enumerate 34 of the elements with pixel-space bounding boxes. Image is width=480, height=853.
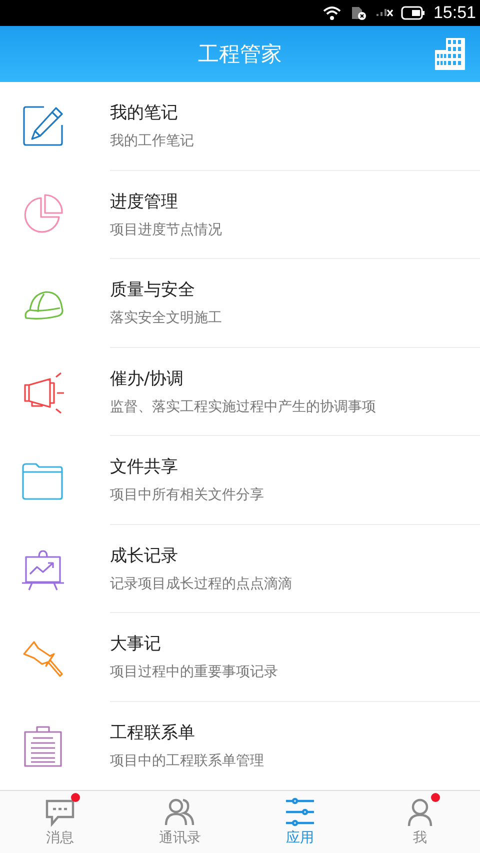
item-title: 我的笔记 [110, 102, 178, 124]
signal-icon [376, 9, 394, 17]
chat-bubble-icon [44, 797, 76, 827]
sim-card-icon [350, 5, 368, 21]
item-title: 工程联系单 [110, 722, 195, 744]
clock-time: 15:51 [433, 3, 476, 23]
item-title: 质量与安全 [110, 279, 195, 302]
contacts-icon [164, 797, 196, 827]
item-title: 成长记录 [110, 544, 178, 567]
menu-item[interactable]: 催办/协调 监督、落实工程实施过程中产生的协调事项 [0, 348, 480, 436]
battery-icon [401, 5, 426, 21]
item-subtitle: 监督、落实工程实施过程中产生的协调事项 [110, 398, 376, 416]
menu-item[interactable]: 成长记录 记录项目成长过程的点点滴滴 [0, 524, 480, 613]
item-subtitle: 项目中所有相关文件分享 [110, 486, 264, 504]
menu-item[interactable]: 质量与安全 落实安全文明施工 [0, 259, 480, 348]
item-title: 大事记 [110, 633, 161, 656]
page-title: 工程管家 [198, 41, 282, 68]
item-subtitle: 项目过程中的重要事项记录 [110, 663, 278, 682]
item-title: 催办/协调 [110, 368, 184, 390]
menu-item[interactable]: 大事记 项目过程中的重要事项记录 [0, 613, 480, 702]
menu-item[interactable]: 进度管理 项目进度节点情况 [0, 170, 480, 259]
item-subtitle: 项目进度节点情况 [110, 220, 222, 239]
menu-item[interactable]: 文件共享 项目中所有相关文件分享 [0, 436, 480, 524]
sliders-icon [284, 797, 316, 827]
item-title: 进度管理 [110, 190, 178, 213]
wifi-icon [322, 5, 342, 21]
building-icon[interactable] [435, 38, 465, 70]
menu-item[interactable]: 工程联系单 项目中的工程联系单管理 [0, 702, 480, 790]
item-subtitle: 项目中的工程联系单管理 [110, 752, 264, 770]
item-subtitle: 我的工作笔记 [110, 132, 194, 150]
item-subtitle: 落实安全文明施工 [110, 309, 222, 328]
item-title: 文件共享 [110, 456, 178, 478]
item-subtitle: 记录项目成长过程的点点滴滴 [110, 574, 292, 593]
menu-item[interactable]: 我的笔记 我的工作笔记 [0, 82, 480, 170]
